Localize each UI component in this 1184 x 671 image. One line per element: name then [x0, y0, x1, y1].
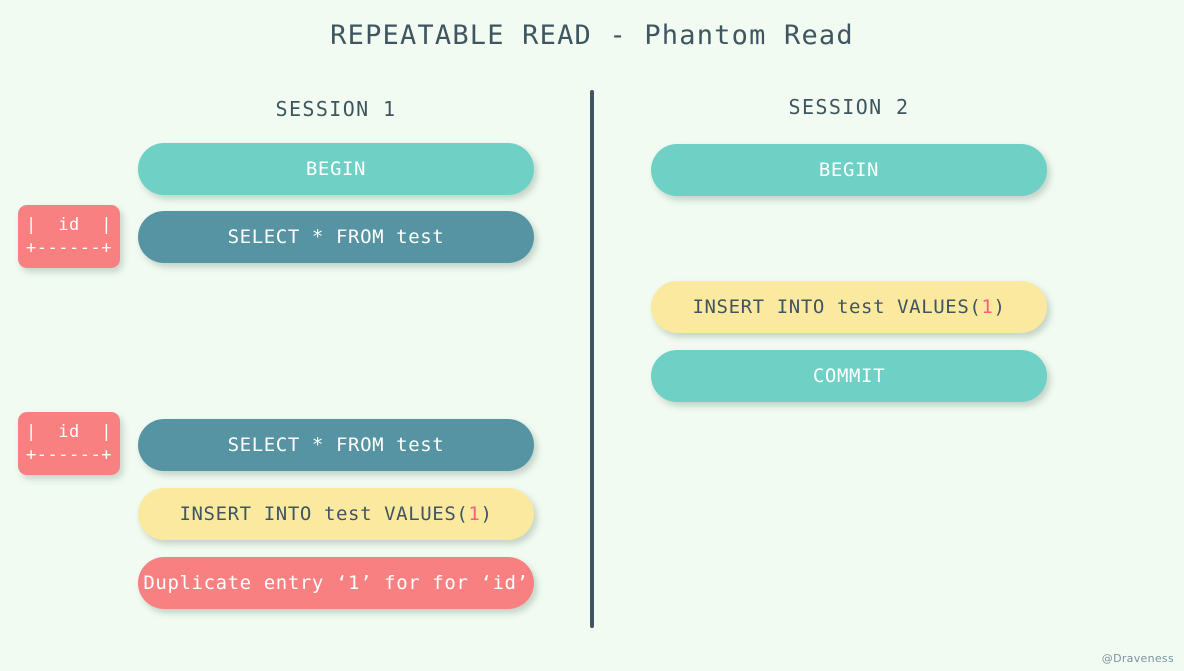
pill-label-value: 1 [468, 503, 481, 525]
result-header: | id | [26, 421, 112, 442]
pill-label-suffix: ) [993, 296, 1006, 318]
session-1-label: SESSION 1 [275, 97, 397, 121]
session-1-select-pill-1[interactable]: SELECT * FROM test [138, 211, 534, 263]
session-1-insert-pill[interactable]: INSERT INTO test VALUES(1) [138, 488, 534, 540]
session-1-result-box-1: | id | +------+ [18, 205, 120, 268]
pill-label: BEGIN [305, 158, 367, 180]
pill-label-prefix: INSERT INTO test VALUES( [179, 503, 469, 525]
session-2-commit-pill[interactable]: COMMIT [651, 350, 1047, 402]
page-title: REPEATABLE READ - Phantom Read [330, 20, 854, 51]
pill-label-prefix: INSERT INTO test VALUES( [692, 296, 982, 318]
result-header: | id | [26, 214, 112, 235]
diagram-canvas: REPEATABLE READ - Phantom Read SESSION 1… [0, 0, 1184, 671]
result-separator: +------+ [26, 237, 112, 258]
session-1-result-box-2: | id | +------+ [18, 412, 120, 475]
session-2-label: SESSION 2 [788, 95, 910, 119]
session-divider [590, 90, 594, 628]
pill-label: COMMIT [812, 365, 886, 387]
pill-label-value: 1 [981, 296, 994, 318]
pill-label: BEGIN [818, 159, 880, 181]
session-2-insert-pill[interactable]: INSERT INTO test VALUES(1) [651, 281, 1047, 333]
pill-label: SELECT * FROM test [227, 226, 445, 248]
watermark: @Draveness [1101, 652, 1174, 665]
pill-label-suffix: ) [480, 503, 493, 525]
result-separator: +------+ [26, 444, 112, 465]
session-1-error-pill[interactable]: Duplicate entry ‘1’ for for ‘id’ [138, 557, 534, 609]
session-1-begin-pill[interactable]: BEGIN [138, 143, 534, 195]
session-1-select-pill-2[interactable]: SELECT * FROM test [138, 419, 534, 471]
pill-label: SELECT * FROM test [227, 434, 445, 456]
pill-label: Duplicate entry ‘1’ for for ‘id’ [143, 572, 529, 594]
session-2-begin-pill[interactable]: BEGIN [651, 144, 1047, 196]
